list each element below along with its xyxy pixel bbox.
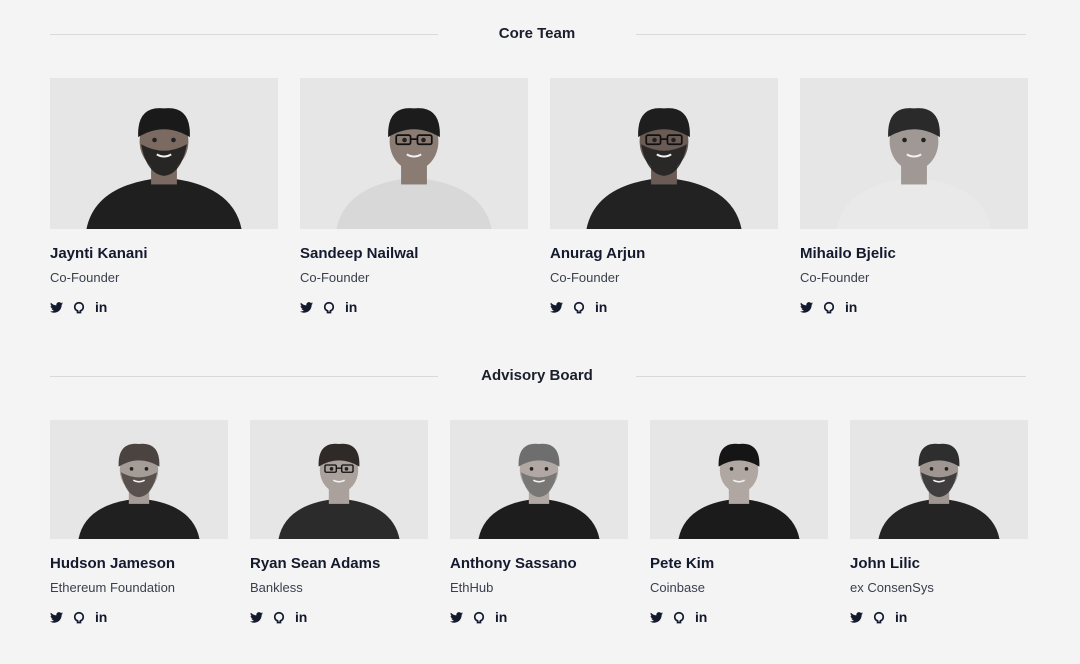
- twitter-icon[interactable]: [50, 609, 63, 625]
- twitter-icon[interactable]: [300, 299, 313, 315]
- github-icon[interactable]: [273, 609, 285, 625]
- member-card-pete-kim: Pete Kim Coinbase in: [650, 420, 828, 625]
- member-card-john-lilic: John Lilic ex ConsenSys in: [850, 420, 1028, 625]
- github-icon[interactable]: [73, 299, 85, 315]
- member-photo: [450, 420, 628, 539]
- core-team-header: Core Team: [0, 24, 1080, 44]
- member-role: Co-Founder: [550, 270, 620, 285]
- member-role: Coinbase: [650, 580, 705, 595]
- github-icon[interactable]: [323, 299, 335, 315]
- member-photo: [50, 78, 278, 229]
- core-team-grid: Jaynti Kanani Co-Founder in Sandeep Nailwal…: [50, 78, 1028, 315]
- linkedin-icon[interactable]: in: [295, 609, 307, 625]
- member-name: Anurag Arjun: [550, 245, 646, 262]
- social-links: in: [550, 299, 778, 315]
- advisory-board-section: Advisory Board Hudson Jameson Ethereum Fo…: [0, 366, 1080, 625]
- member-card-anurag-arjun: Anurag Arjun Co-Founder in: [550, 78, 778, 315]
- advisory-board-grid: Hudson Jameson Ethereum Foundation in Ryan …: [50, 420, 1028, 625]
- member-role: Ethereum Foundation: [50, 580, 176, 595]
- social-links: in: [50, 609, 228, 625]
- twitter-icon[interactable]: [650, 609, 663, 625]
- member-role: Co-Founder: [50, 270, 120, 285]
- social-links: in: [650, 609, 828, 625]
- social-links: in: [300, 299, 528, 315]
- twitter-icon[interactable]: [550, 299, 563, 315]
- core-team-title: Core Team: [498, 25, 576, 42]
- member-name: Ryan Sean Adams: [250, 555, 381, 572]
- github-icon[interactable]: [473, 609, 485, 625]
- social-links: in: [850, 609, 1028, 625]
- divider-right: [636, 376, 1026, 377]
- member-name: Jaynti Kanani: [50, 245, 148, 262]
- member-name: Hudson Jameson: [50, 555, 176, 572]
- github-icon[interactable]: [573, 299, 585, 315]
- member-card-hudson-jameson: Hudson Jameson Ethereum Foundation in: [50, 420, 228, 625]
- linkedin-icon[interactable]: in: [595, 299, 607, 315]
- member-photo: [50, 420, 228, 539]
- member-photo: [250, 420, 428, 539]
- advisory-board-header: Advisory Board: [0, 366, 1080, 386]
- github-icon[interactable]: [673, 609, 685, 625]
- twitter-icon[interactable]: [50, 299, 63, 315]
- advisory-board-title: Advisory Board: [481, 367, 593, 384]
- twitter-icon[interactable]: [850, 609, 863, 625]
- member-photo: [550, 78, 778, 229]
- linkedin-icon[interactable]: in: [895, 609, 907, 625]
- social-links: in: [800, 299, 1028, 315]
- member-name: Mihailo Bjelic: [800, 245, 896, 262]
- linkedin-icon[interactable]: in: [695, 609, 707, 625]
- member-photo: [800, 78, 1028, 229]
- member-role: ex ConsenSys: [850, 580, 934, 595]
- github-icon[interactable]: [873, 609, 885, 625]
- linkedin-icon[interactable]: in: [845, 299, 857, 315]
- twitter-icon[interactable]: [250, 609, 263, 625]
- twitter-icon[interactable]: [800, 299, 813, 315]
- linkedin-icon[interactable]: in: [345, 299, 357, 315]
- github-icon[interactable]: [823, 299, 835, 315]
- member-name: Sandeep Nailwal: [300, 245, 419, 262]
- divider-left: [50, 34, 438, 35]
- member-name: Pete Kim: [650, 555, 715, 572]
- github-icon[interactable]: [73, 609, 85, 625]
- social-links: in: [250, 609, 428, 625]
- member-photo: [650, 420, 828, 539]
- member-name: John Lilic: [850, 555, 921, 572]
- member-card-ryan-sean-adams: Ryan Sean Adams Bankless in: [250, 420, 428, 625]
- member-name: Anthony Sassano: [450, 555, 577, 572]
- twitter-icon[interactable]: [450, 609, 463, 625]
- member-role: Co-Founder: [300, 270, 370, 285]
- member-role: EthHub: [450, 580, 494, 595]
- member-photo: [850, 420, 1028, 539]
- linkedin-icon[interactable]: in: [95, 609, 107, 625]
- member-role: Co-Founder: [800, 270, 870, 285]
- member-card-sandeep-nailwal: Sandeep Nailwal Co-Founder in: [300, 78, 528, 315]
- member-photo: [300, 78, 528, 229]
- divider-right: [636, 34, 1026, 35]
- member-card-jaynti-kanani: Jaynti Kanani Co-Founder in: [50, 78, 278, 315]
- social-links: in: [450, 609, 628, 625]
- core-team-section: Core Team Jaynti Kanani Co-Founder in Sande…: [0, 24, 1080, 315]
- linkedin-icon[interactable]: in: [495, 609, 507, 625]
- member-card-mihailo-bjelic: Mihailo Bjelic Co-Founder in: [800, 78, 1028, 315]
- member-role: Bankless: [250, 580, 303, 595]
- social-links: in: [50, 299, 278, 315]
- member-card-anthony-sassano: Anthony Sassano EthHub in: [450, 420, 628, 625]
- divider-left: [50, 376, 438, 377]
- linkedin-icon[interactable]: in: [95, 299, 107, 315]
